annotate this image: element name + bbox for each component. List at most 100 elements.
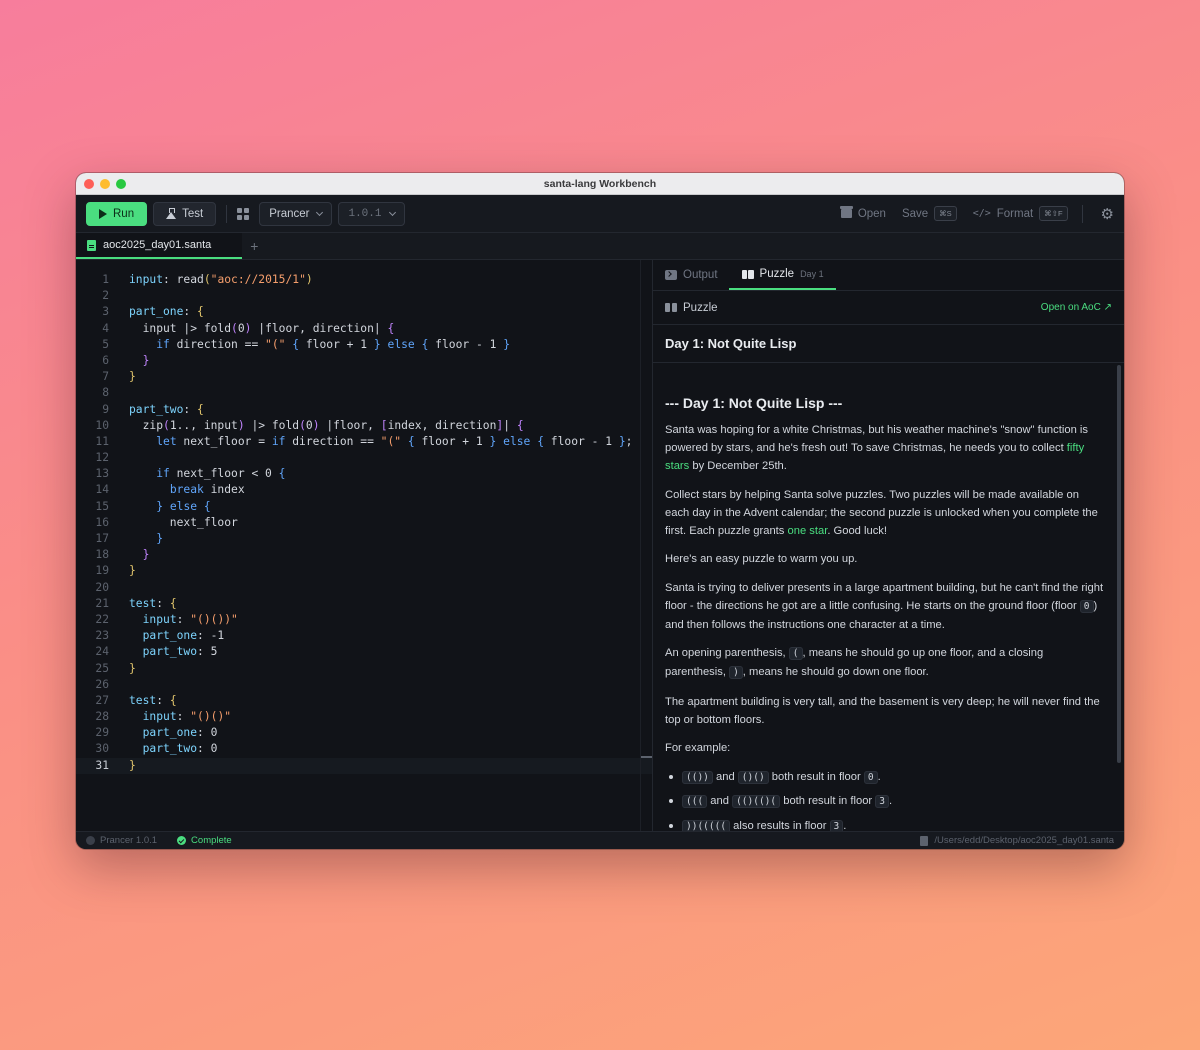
toolbar: Run Test Prancer 1.0.1 Open Save ⌘S </> …	[76, 195, 1124, 233]
code-line[interactable]: 12	[76, 450, 652, 466]
puzzle-header-label: Puzzle	[683, 301, 718, 314]
code-line[interactable]: 5 if direction == "(" { floor + 1 } else…	[76, 337, 652, 353]
code-line[interactable]: 16 next_floor	[76, 515, 652, 531]
side-panel: Output Puzzle Day 1 Puzzle Open on AoC ↗…	[653, 260, 1124, 831]
code-text: }	[142, 353, 150, 367]
line-number: 7	[102, 370, 109, 384]
code-line[interactable]: 31}	[76, 757, 652, 774]
open-button[interactable]: Open	[839, 206, 886, 220]
panel-scrollbar[interactable]	[1117, 365, 1121, 763]
code-line[interactable]: 11 let next_floor = if direction == "(" …	[76, 434, 652, 450]
article-paragraph: For example:	[665, 742, 731, 754]
minimize-window-button[interactable]	[100, 179, 110, 189]
code-line[interactable]: 3 part_one: {	[76, 304, 652, 320]
code-line[interactable]: 6 }	[76, 353, 652, 369]
code-text: let next_floor = if direction == "(" { f…	[156, 434, 633, 448]
line-number: 8	[102, 386, 109, 400]
code-text: part_two: 0	[142, 742, 218, 756]
gear-icon[interactable]: ⚙	[1101, 205, 1114, 223]
line-number: 30	[95, 742, 109, 756]
code-line[interactable]: 24 part_two: 5	[76, 644, 652, 660]
format-label: Format	[996, 207, 1034, 220]
version-select[interactable]: 1.0.1	[338, 201, 405, 226]
code-line[interactable]: 14 break index	[76, 482, 652, 498]
line-number: 10	[95, 418, 109, 432]
code-line[interactable]: 8	[76, 385, 652, 401]
code-line[interactable]: 23 part_one: -1	[76, 628, 652, 644]
code-line[interactable]: 27 test: {	[76, 693, 652, 709]
code-line[interactable]: 21 test: {	[76, 596, 652, 612]
article-paragraph: Here's an easy puzzle to warm you up.	[665, 553, 858, 565]
code-text: break index	[169, 483, 245, 497]
code-line[interactable]: 25}	[76, 661, 652, 677]
code-line[interactable]: 29 part_one: 0	[76, 725, 652, 741]
code-lines: 1 input: read("aoc://2015/1") 2 3 part_one: …	[76, 272, 652, 774]
open-on-aoc-link[interactable]: Open on AoC ↗	[1041, 302, 1112, 313]
save-button[interactable]: Save ⌘S	[902, 206, 957, 221]
format-shortcut: ⌘⇧F	[1039, 206, 1068, 221]
code-editor[interactable]: 1 input: read("aoc://2015/1") 2 3 part_one: …	[76, 260, 653, 831]
inline-code: (	[788, 647, 803, 660]
list-item: ((( and (()(()( both result in floor 3.	[665, 792, 1106, 811]
format-button[interactable]: </> Format ⌘⇧F	[973, 206, 1068, 221]
tab-output[interactable]: Output	[665, 260, 730, 290]
inline-code: 0	[1079, 599, 1094, 613]
line-number: 16	[95, 515, 109, 529]
code-line[interactable]: 9 part_two: {	[76, 402, 652, 418]
code-text: input |> fold(0) |floor, direction| {	[129, 321, 395, 335]
code-line[interactable]: 4 input |> fold(0) |floor, direction| {	[76, 321, 652, 337]
example-list: (()) and ()() both result in floor 0. ((…	[665, 768, 1106, 831]
file-tab[interactable]: aoc2025_day01.santa	[76, 233, 243, 259]
line-number: 3	[102, 305, 109, 319]
article-paragraph: The apartment building is very tall, and…	[665, 695, 1100, 726]
article-paragraph: Collect stars by helping Santa solve puz…	[665, 488, 1098, 537]
code-line[interactable]: 19}	[76, 563, 652, 579]
editor-scrollbar[interactable]	[640, 260, 652, 831]
line-number: 21	[95, 596, 109, 610]
article-paragraph: Santa is trying to deliver presents in a…	[665, 581, 1104, 631]
code-text: part_two: {	[129, 402, 204, 416]
code-line[interactable]: 22 input: "()())"	[76, 612, 652, 628]
code-line[interactable]: 10 zip(1.., input) |> fold(0) |floor, [i…	[76, 418, 652, 434]
code-line[interactable]: 15 } else {	[76, 499, 652, 515]
flask-icon	[166, 208, 177, 219]
code-line[interactable]: 17 }	[76, 531, 652, 547]
box-icon	[839, 206, 853, 218]
run-button[interactable]: Run	[86, 201, 148, 226]
code-line[interactable]: 26	[76, 677, 652, 693]
toolbar-divider	[1081, 204, 1083, 223]
zoom-window-button[interactable]	[116, 179, 126, 189]
code-line[interactable]: 28 input: "()()"	[76, 709, 652, 725]
code-line[interactable]: 18 }	[76, 547, 652, 563]
traffic-lights	[84, 179, 126, 189]
code-line[interactable]: 7}	[76, 369, 652, 385]
test-button[interactable]: Test	[153, 201, 217, 226]
chevron-down-icon	[316, 208, 324, 216]
line-number: 19	[95, 564, 109, 578]
code-text: part_one: -1	[142, 629, 225, 643]
code-text: part_two: 5	[142, 645, 218, 659]
line-number: 28	[95, 710, 109, 724]
code-line[interactable]: 30 part_two: 0	[76, 741, 652, 757]
code-text: }	[129, 564, 136, 578]
plus-icon[interactable]: +	[242, 233, 266, 259]
code-line[interactable]: 20	[76, 580, 652, 596]
close-window-button[interactable]	[84, 179, 94, 189]
code-line[interactable]: 13 if next_floor < 0 {	[76, 466, 652, 482]
runtime-select[interactable]: Prancer	[259, 201, 333, 226]
open-label: Open	[857, 207, 886, 220]
code-line[interactable]: 1 input: read("aoc://2015/1")	[76, 272, 652, 288]
line-number: 1	[102, 273, 109, 286]
tab-puzzle-label: Puzzle	[759, 268, 795, 280]
check-circle-icon	[177, 836, 187, 845]
code-text: input: read("aoc://2015/1")	[129, 273, 313, 286]
puzzle-header: Puzzle Open on AoC ↗	[653, 291, 1124, 325]
tab-puzzle[interactable]: Puzzle Day 1	[728, 260, 836, 290]
one-star-link[interactable]: one star	[788, 525, 828, 537]
line-number: 26	[95, 677, 109, 691]
line-number: 5	[102, 337, 109, 351]
grid-icon[interactable]	[237, 207, 250, 220]
code-line[interactable]: 2	[76, 288, 652, 304]
